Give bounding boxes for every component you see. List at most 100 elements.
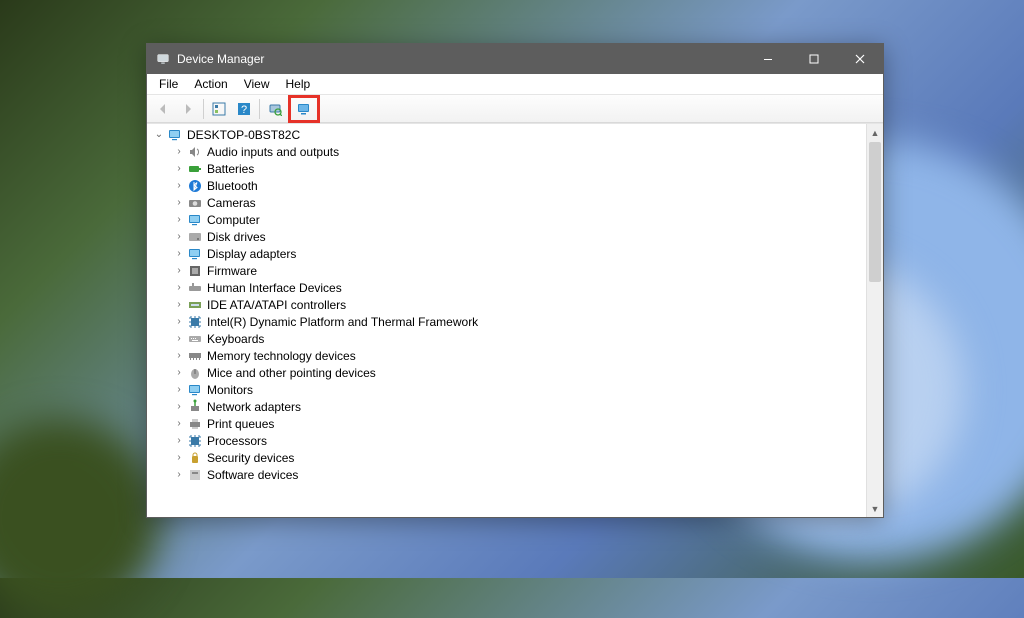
tree-category[interactable]: › Cameras: [147, 194, 866, 211]
tree-category[interactable]: ›Software devices: [147, 466, 866, 483]
expander-icon[interactable]: ›: [173, 197, 185, 208]
computer-icon: [187, 212, 203, 228]
tree-category-label: Print queues: [207, 417, 274, 431]
tree-category[interactable]: › Display adapters: [147, 245, 866, 262]
tree-category[interactable]: › Human Interface Devices: [147, 279, 866, 296]
tree-category[interactable]: › Network adapters: [147, 398, 866, 415]
tree-category-label: Processors: [207, 434, 267, 448]
expander-icon[interactable]: ›: [173, 299, 185, 310]
show-hide-tree-button[interactable]: [207, 97, 231, 121]
tree-category[interactable]: › Memory technology devices: [147, 347, 866, 364]
expander-icon[interactable]: ›: [173, 367, 185, 378]
software-icon: [187, 467, 203, 483]
toolbar-separator: [259, 99, 260, 119]
tree-category[interactable]: › Disk drives: [147, 228, 866, 245]
expander-icon[interactable]: ›: [173, 180, 185, 191]
tree-category[interactable]: ›Audio inputs and outputs: [147, 143, 866, 160]
expander-icon[interactable]: ›: [173, 452, 185, 463]
expander-icon[interactable]: ›: [173, 231, 185, 242]
tree-category-label: Disk drives: [207, 230, 266, 244]
tree-category-label: Display adapters: [207, 247, 296, 261]
tree-category[interactable]: ›Security devices: [147, 449, 866, 466]
tree-category-label: Keyboards: [207, 332, 264, 346]
disk-icon: [187, 229, 203, 245]
ide-icon: [187, 297, 203, 313]
scan-hardware-button[interactable]: [263, 97, 287, 121]
tree-category[interactable]: ›Computer: [147, 211, 866, 228]
background-leaf: [0, 418, 160, 618]
tree-category[interactable]: ›Monitors: [147, 381, 866, 398]
processor-icon: [187, 433, 203, 449]
tree-category-label: Human Interface Devices: [207, 281, 342, 295]
menu-action[interactable]: Action: [186, 75, 235, 93]
device-tree[interactable]: ⌄ DESKTOP-0BST82C›Audio inputs and output…: [147, 124, 866, 517]
tree-category[interactable]: › Firmware: [147, 262, 866, 279]
expander-icon[interactable]: ›: [173, 282, 185, 293]
tree-category-label: Network adapters: [207, 400, 301, 414]
tree-category-label: Cameras: [207, 196, 256, 210]
tree-category-label: Memory technology devices: [207, 349, 356, 363]
device-manager-window: Device Manager File Action View Help: [146, 43, 884, 518]
tree-category-label: Firmware: [207, 264, 257, 278]
titlebar[interactable]: Device Manager: [147, 44, 883, 74]
camera-icon: [187, 195, 203, 211]
tree-root-label: DESKTOP-0BST82C: [187, 128, 300, 142]
add-legacy-hardware-button[interactable]: [292, 97, 316, 121]
back-button[interactable]: [151, 97, 175, 121]
tree-category[interactable]: › Keyboards: [147, 330, 866, 347]
menu-view[interactable]: View: [236, 75, 278, 93]
tree-category[interactable]: › Bluetooth: [147, 177, 866, 194]
chip-icon: [187, 314, 203, 330]
expander-icon[interactable]: ›: [173, 435, 185, 446]
computer-root-icon: [167, 127, 183, 143]
expander-icon[interactable]: ›: [173, 146, 185, 157]
expander-icon[interactable]: ›: [173, 163, 185, 174]
app-icon: [155, 51, 171, 67]
expander-icon[interactable]: ›: [173, 350, 185, 361]
scroll-down-arrow[interactable]: ▼: [867, 500, 883, 517]
expander-icon[interactable]: ›: [173, 469, 185, 480]
menu-bar: File Action View Help: [147, 74, 883, 95]
keyboard-icon: [187, 331, 203, 347]
expander-icon[interactable]: ›: [173, 265, 185, 276]
vertical-scrollbar[interactable]: ▲ ▼: [866, 124, 883, 517]
expander-icon[interactable]: ›: [173, 316, 185, 327]
help-button[interactable]: ?: [232, 97, 256, 121]
tree-root[interactable]: ⌄ DESKTOP-0BST82C: [147, 126, 866, 143]
tree-category-label: Bluetooth: [207, 179, 258, 193]
memory-icon: [187, 348, 203, 364]
svg-text:?: ?: [241, 104, 247, 116]
maximize-button[interactable]: [791, 44, 837, 74]
tree-category-label: Mice and other pointing devices: [207, 366, 376, 380]
expander-icon[interactable]: ›: [173, 333, 185, 344]
window-controls: [745, 44, 883, 74]
expander-icon[interactable]: ⌄: [153, 129, 165, 140]
toolbar-separator: [203, 99, 204, 119]
expander-icon[interactable]: ›: [173, 418, 185, 429]
expander-icon[interactable]: ›: [173, 384, 185, 395]
tree-category[interactable]: › Intel(R) Dynamic Platform and Thermal F…: [147, 313, 866, 330]
tree-category[interactable]: › Print queues: [147, 415, 866, 432]
scroll-thumb[interactable]: [869, 142, 881, 282]
menu-file[interactable]: File: [151, 75, 186, 93]
tree-category[interactable]: › Processors: [147, 432, 866, 449]
tree-category[interactable]: › IDE ATA/ATAPI controllers: [147, 296, 866, 313]
mouse-icon: [187, 365, 203, 381]
security-icon: [187, 450, 203, 466]
expander-icon[interactable]: ›: [173, 214, 185, 225]
content-area: ⌄ DESKTOP-0BST82C›Audio inputs and output…: [147, 123, 883, 517]
speaker-icon: [187, 144, 203, 160]
menu-help[interactable]: Help: [278, 75, 319, 93]
tree-category-label: Intel(R) Dynamic Platform and Thermal Fr…: [207, 315, 478, 329]
forward-button[interactable]: [176, 97, 200, 121]
close-button[interactable]: [837, 44, 883, 74]
scroll-up-arrow[interactable]: ▲: [867, 124, 883, 141]
tree-category-label: IDE ATA/ATAPI controllers: [207, 298, 346, 312]
tree-category[interactable]: › Mice and other pointing devices: [147, 364, 866, 381]
expander-icon[interactable]: ›: [173, 248, 185, 259]
tree-category[interactable]: ›Batteries: [147, 160, 866, 177]
minimize-button[interactable]: [745, 44, 791, 74]
firmware-icon: [187, 263, 203, 279]
network-icon: [187, 399, 203, 415]
expander-icon[interactable]: ›: [173, 401, 185, 412]
